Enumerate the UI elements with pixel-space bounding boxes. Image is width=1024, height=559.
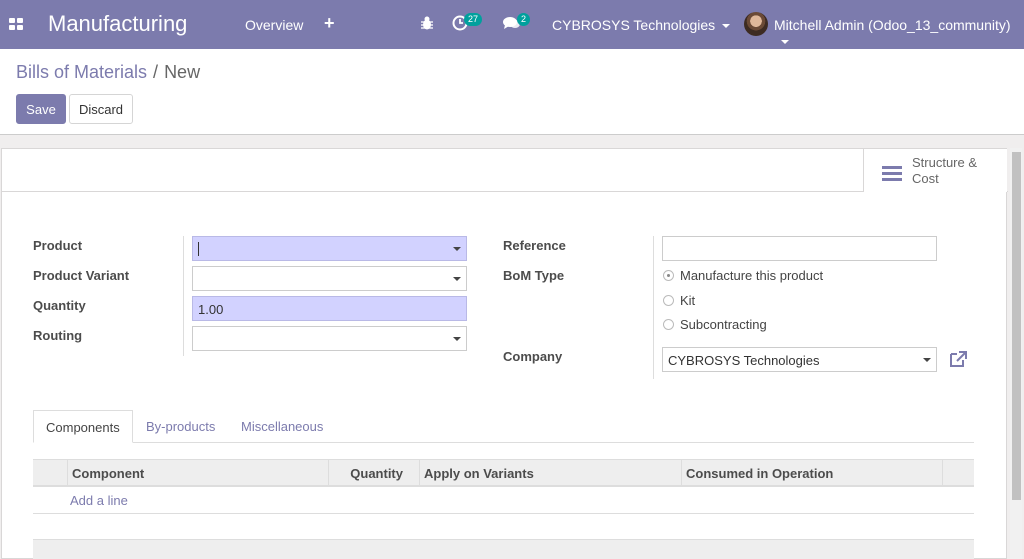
- company-field[interactable]: CYBROSYS Technologies: [662, 347, 937, 372]
- table-row: Add a line: [33, 487, 974, 514]
- external-link-icon[interactable]: [948, 350, 968, 368]
- product-variant-field[interactable]: [192, 266, 467, 291]
- routing-label: Routing: [33, 328, 83, 343]
- bom-type-radio-subcontracting[interactable]: [663, 319, 674, 330]
- scrollbar-thumb[interactable]: [1012, 152, 1021, 500]
- company-switcher[interactable]: CYBROSYS Technologies: [552, 17, 731, 33]
- chevron-down-icon[interactable]: [453, 247, 461, 251]
- tab-components[interactable]: Components: [33, 410, 133, 443]
- quantity-label: Quantity: [33, 298, 86, 313]
- bom-type-radio-manufacture[interactable]: [663, 270, 674, 281]
- text-cursor: [198, 242, 199, 256]
- discard-button[interactable]: Discard: [69, 94, 133, 124]
- apps-menu-icon[interactable]: [9, 18, 23, 30]
- bom-type-option-subcontracting[interactable]: Subcontracting: [680, 317, 767, 332]
- product-label: Product: [33, 238, 83, 253]
- bug-icon[interactable]: [420, 15, 434, 31]
- structure-cost-line2: Cost: [912, 171, 939, 186]
- structure-cost-line1: Structure &: [912, 155, 978, 170]
- bom-type-radio-kit[interactable]: [663, 295, 674, 306]
- chevron-down-icon: [722, 24, 731, 29]
- activity-badge: 27: [464, 13, 483, 26]
- column-header-component[interactable]: Component: [67, 460, 329, 486]
- company-value: CYBROSYS Technologies: [668, 353, 820, 368]
- field-divider: [183, 236, 184, 356]
- routing-field[interactable]: [192, 326, 467, 351]
- chevron-down-icon[interactable]: [453, 337, 461, 341]
- notebook-tabs: Components By-products Miscellaneous: [33, 410, 974, 443]
- company-label: Company: [503, 349, 563, 364]
- column-header-apply-on-variants[interactable]: Apply on Variants: [419, 460, 681, 486]
- company-name: CYBROSYS Technologies: [552, 17, 716, 33]
- bom-type-option-manufacture[interactable]: Manufacture this product: [680, 268, 823, 283]
- save-button[interactable]: Save: [16, 94, 66, 124]
- bars-icon: [882, 166, 902, 181]
- bom-type-option-kit[interactable]: Kit: [680, 293, 695, 308]
- breadcrumb-separator: /: [153, 62, 159, 82]
- column-header-options: [942, 460, 974, 486]
- chevron-down-icon[interactable]: [453, 277, 461, 281]
- activity-menu[interactable]: 27: [452, 13, 483, 34]
- breadcrumb-parent[interactable]: Bills of Materials: [16, 62, 147, 82]
- user-name: Mitchell Admin (Odoo_13_community): [774, 17, 1011, 33]
- reference-label: Reference: [503, 238, 566, 253]
- components-table-footer: [33, 539, 974, 559]
- field-divider: [653, 236, 654, 379]
- column-header-quantity[interactable]: Quantity: [328, 460, 408, 486]
- messaging-menu[interactable]: 2: [503, 13, 531, 33]
- chevron-down-icon: [781, 40, 789, 45]
- tab-miscellaneous[interactable]: Miscellaneous: [241, 410, 323, 443]
- quantity-field[interactable]: 1.00: [192, 296, 467, 321]
- avatar[interactable]: [744, 12, 768, 36]
- menu-plus[interactable]: +: [324, 13, 335, 34]
- tab-by-products[interactable]: By-products: [146, 410, 215, 443]
- add-line-link[interactable]: Add a line: [70, 493, 128, 508]
- bom-type-label: BoM Type: [503, 268, 565, 283]
- product-field[interactable]: [192, 236, 467, 261]
- user-menu[interactable]: Mitchell Admin (Odoo_13_community): [774, 17, 1024, 49]
- product-variant-label: Product Variant: [33, 268, 130, 283]
- reference-field[interactable]: [662, 236, 937, 261]
- quantity-value: 1.00: [198, 302, 224, 317]
- vertical-scrollbar[interactable]: [1010, 148, 1022, 559]
- menu-overview[interactable]: Overview: [245, 17, 303, 33]
- message-badge: 2: [517, 13, 531, 26]
- structure-cost-button[interactable]: Structure & Cost: [863, 149, 1007, 192]
- components-table-header: Component Quantity Apply on Variants Con…: [33, 459, 974, 487]
- chevron-down-icon[interactable]: [923, 358, 931, 362]
- button-box: Structure & Cost: [2, 149, 1008, 192]
- breadcrumb-current: New: [164, 62, 201, 82]
- column-header-consumed-in-operation[interactable]: Consumed in Operation: [681, 460, 942, 486]
- app-title[interactable]: Manufacturing: [48, 11, 187, 37]
- top-navbar: Manufacturing Overview + 27 2 CYBROSYS T…: [0, 0, 1024, 49]
- structure-cost-label: Structure & Cost: [912, 155, 1002, 187]
- breadcrumb: Bills of Materials / New: [16, 62, 200, 83]
